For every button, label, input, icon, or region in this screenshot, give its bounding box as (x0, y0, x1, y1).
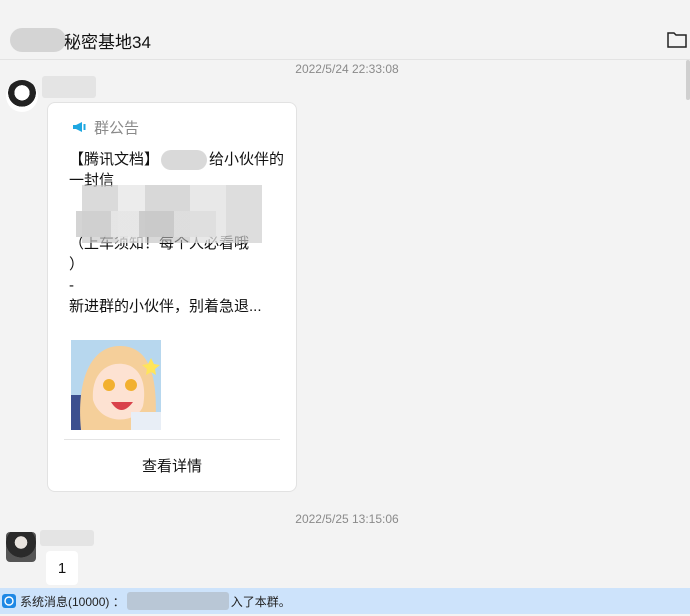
megaphone-icon (73, 122, 86, 132)
group-name: 秘密基地34 (64, 33, 151, 52)
sender-name-blurred (42, 76, 96, 98)
blurred-text (161, 150, 208, 171)
mosaic-redaction (76, 211, 216, 237)
group-avatar-blurred (10, 28, 66, 52)
announcement-line6: 新进群的小伙伴，别着急退... (69, 298, 262, 316)
announcement-line5: - (69, 277, 74, 295)
chat-header: 秘密基地34 (0, 0, 690, 60)
avatar[interactable] (6, 532, 36, 562)
view-details-button[interactable]: 查看详情 (48, 455, 296, 476)
announcement-header: 群公告 (72, 117, 139, 137)
announcement-line4: ） (69, 256, 85, 274)
announcement-line1-prefix: 【腾讯文档】 (69, 151, 160, 168)
system-message-suffix: 入了本群。 (230, 594, 291, 609)
folder-icon[interactable] (667, 30, 687, 48)
announcement-image[interactable] (71, 340, 161, 430)
system-message-prefix: 系统消息(10000) ： (20, 594, 125, 609)
blurred-text (126, 592, 229, 610)
avatar[interactable] (6, 80, 38, 112)
sender-name-blurred (40, 530, 94, 546)
system-info-icon (2, 594, 16, 608)
message-bubble[interactable]: 1 (46, 551, 78, 585)
system-message-bar: 系统消息(10000) ： 入了本群。 (0, 588, 690, 614)
announcement-heading: 群公告 (94, 119, 140, 137)
card-divider (64, 439, 280, 440)
message-timestamp: 2022/5/25 13:15:06 (295, 512, 399, 526)
message-timestamp: 2022/5/24 22:33:08 (295, 62, 399, 76)
announcement-line1-suffix: 给小伙伴的 (209, 151, 285, 168)
announcement-card[interactable]: 群公告 【腾讯文档】 给小伙伴的 一封信 （上车须知！每个人必看哦 ） - 新进群… (47, 102, 297, 492)
